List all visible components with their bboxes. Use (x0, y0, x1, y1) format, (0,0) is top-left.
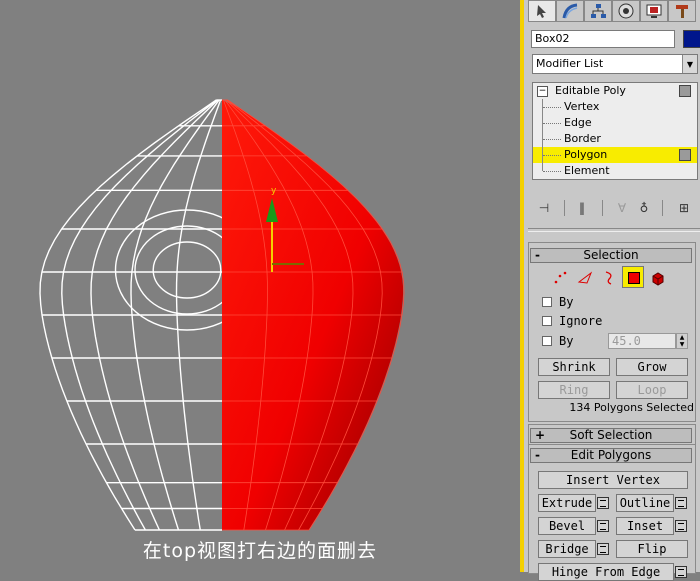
stack-item-label: Border (564, 132, 601, 145)
modifier-stack: − Editable Poly Vertex Edge Border Polyg… (532, 82, 698, 180)
tab-motion[interactable] (612, 0, 640, 22)
by-vertex-label: By (559, 295, 574, 309)
gizmo-y-label: y (271, 186, 277, 196)
utilities-hammer-icon (676, 5, 688, 18)
stack-item-polygon[interactable]: Polygon (533, 147, 697, 163)
create-arrow-icon (537, 5, 546, 18)
angle-spinner-field[interactable]: 45.0 (608, 333, 676, 349)
modify-icon (562, 3, 578, 19)
stack-toolbar: ⊣ ‖ ∀ ♁ ⊞ (532, 198, 698, 220)
ring-button[interactable]: Ring (538, 381, 610, 399)
command-panel-tabs (528, 0, 696, 22)
hinge-settings-icon[interactable] (675, 566, 687, 578)
bridge-settings-icon[interactable] (597, 543, 609, 555)
perspective-viewport[interactable]: y 在top视图打右边的面删去 (0, 0, 520, 572)
bevel-settings-icon[interactable] (597, 520, 609, 532)
modifier-list-dropdown[interactable]: Modifier List ▼ (532, 54, 698, 74)
configure-modifier-sets-icon[interactable]: ⊞ (674, 198, 694, 218)
panel-separator (528, 228, 700, 232)
ignore-backfacing-checkbox[interactable] (542, 316, 552, 326)
tree-branch (543, 155, 561, 157)
collapse-minus-icon: - (535, 448, 540, 462)
by-angle-label: By (559, 334, 574, 348)
display-icon (646, 4, 662, 18)
tree-branch (543, 107, 561, 109)
tab-create[interactable] (528, 0, 556, 22)
extrude-settings-icon[interactable] (597, 497, 609, 509)
soft-selection-title: Soft Selection (569, 428, 653, 442)
tree-branch (543, 171, 561, 173)
remove-modifier-icon[interactable]: ♁ (634, 198, 654, 218)
selection-rollout-header[interactable]: - Selection (530, 248, 692, 263)
separator (602, 200, 603, 216)
selection-status: 134 Polygons Selected (569, 401, 694, 414)
stack-item-label: Edge (564, 116, 592, 129)
separator (564, 200, 565, 216)
soft-selection-rollout-header[interactable]: + Soft Selection (530, 428, 692, 443)
hierarchy-icon (591, 4, 606, 18)
tab-modify[interactable] (556, 0, 584, 22)
bevel-button[interactable]: Bevel (538, 517, 596, 535)
tab-utilities[interactable] (668, 0, 696, 22)
by-vertex-checkbox[interactable] (542, 297, 552, 307)
tutorial-caption: 在top视图打右边的面删去 (142, 540, 378, 562)
stack-item-vertex[interactable]: Vertex (533, 99, 697, 115)
shrink-button[interactable]: Shrink (538, 358, 610, 376)
stack-item-label: Vertex (564, 100, 600, 113)
object-name-field[interactable]: Box02 (531, 30, 675, 48)
stack-item-label: Polygon (564, 148, 608, 161)
make-unique-icon[interactable]: ∀ (612, 198, 632, 218)
tree-branch (543, 139, 561, 141)
extrude-button[interactable]: Extrude (538, 494, 596, 512)
stack-item-label: Editable Poly (555, 84, 626, 97)
command-panel: Box02 Modifier List ▼ − Editable Poly Ve… (524, 0, 700, 581)
inset-settings-icon[interactable] (675, 520, 687, 532)
edit-polygons-title: Edit Polygons (570, 448, 652, 462)
pin-stack-icon[interactable]: ⊣ (534, 198, 554, 218)
outline-settings-icon[interactable] (675, 497, 687, 509)
subobject-icons (552, 266, 700, 290)
vertex-mode-icon[interactable] (552, 270, 568, 286)
insert-vertex-button[interactable]: Insert Vertex (538, 471, 688, 489)
border-mode-icon[interactable] (600, 270, 616, 286)
stack-eye-icon[interactable] (679, 149, 691, 161)
collapse-minus-icon: - (535, 248, 540, 262)
stack-item-border[interactable]: Border (533, 131, 697, 147)
edge-mode-icon[interactable] (577, 270, 593, 286)
grow-button[interactable]: Grow (616, 358, 688, 376)
modifier-list-label: Modifier List (536, 57, 604, 70)
stack-item-edge[interactable]: Edge (533, 115, 697, 131)
show-end-result-icon[interactable]: ‖ (572, 198, 592, 218)
inset-button[interactable]: Inset (616, 517, 674, 535)
separator (662, 200, 663, 216)
outline-button[interactable]: Outline (616, 494, 674, 512)
ignore-backfacing-label: Ignore (559, 314, 603, 328)
tab-display[interactable] (640, 0, 668, 22)
expand-plus-icon: + (535, 428, 546, 442)
tree-line (542, 163, 543, 171)
flip-button[interactable]: Flip (616, 540, 688, 558)
selection-title: Selection (583, 248, 639, 262)
motion-icon (618, 3, 634, 19)
object-color-swatch[interactable] (683, 30, 700, 48)
stack-item-element[interactable]: Element (533, 163, 697, 179)
angle-spinner-arrows[interactable]: ▲ ▼ (676, 333, 688, 349)
element-mode-icon[interactable] (650, 270, 666, 286)
edit-polygons-rollout-header[interactable]: - Edit Polygons (530, 448, 692, 463)
stack-eye-icon[interactable] (679, 85, 691, 97)
bridge-button[interactable]: Bridge (538, 540, 596, 558)
by-angle-checkbox[interactable] (542, 336, 552, 346)
collapse-minus-icon: − (537, 86, 548, 97)
head-mesh: y (39, 99, 405, 531)
stack-item-label: Element (564, 164, 610, 177)
stack-item-editable-poly[interactable]: − Editable Poly (533, 83, 697, 99)
loop-button[interactable]: Loop (616, 381, 688, 399)
polygon-mode-icon (628, 272, 640, 284)
hinge-from-edge-button[interactable]: Hinge From Edge (538, 563, 674, 581)
polygon-mode-button[interactable] (622, 266, 644, 288)
chevron-down-icon: ▼ (682, 55, 697, 73)
tab-hierarchy[interactable] (584, 0, 612, 22)
tree-branch (543, 123, 561, 125)
